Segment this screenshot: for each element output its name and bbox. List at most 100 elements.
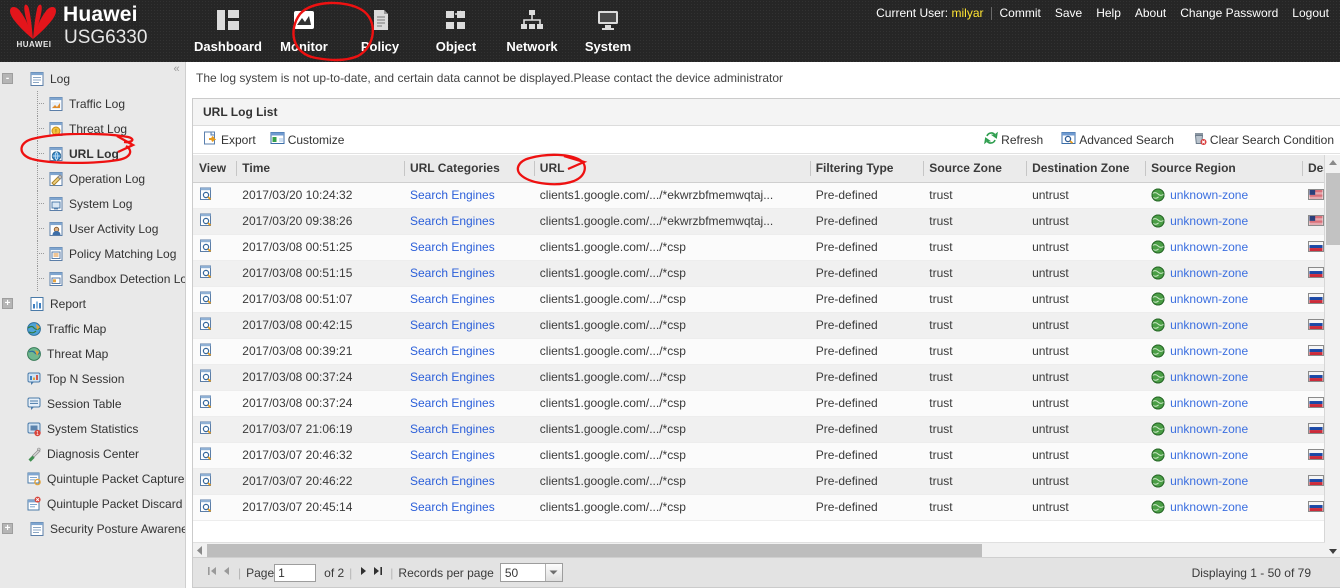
horizontal-scroll-thumb[interactable] [207,544,982,557]
source-region-link[interactable]: unknown-zone [1170,422,1248,436]
column-header-url-categories[interactable]: URL Categories [403,155,534,183]
source-region-link[interactable]: unknown-zone [1170,370,1248,384]
sidebar-item-top-n-session[interactable]: Top N Session [0,366,185,391]
source-region-link[interactable]: unknown-zone [1170,474,1248,488]
column-header-destination-zone[interactable]: Destination Zone [1026,155,1146,183]
refresh-button[interactable]: Refresh [984,131,1043,148]
cell-view[interactable] [193,182,237,209]
chevron-down-icon[interactable] [544,564,562,581]
source-region-link[interactable]: unknown-zone [1170,500,1248,514]
sidebar-item-session-table[interactable]: Session Table [0,391,185,416]
url-category-link[interactable]: Search Engines [410,266,495,280]
sidebar-item-quintuple-packet-discard[interactable]: Quintuple Packet Discard [0,491,185,516]
commit-link[interactable]: Commit [992,6,1047,20]
view-detail-icon[interactable] [199,447,213,464]
url-category-link[interactable]: Search Engines [410,318,495,332]
cell-source-region[interactable]: unknown-zone [1145,416,1302,443]
view-detail-icon[interactable] [199,317,213,334]
cell-view[interactable] [193,390,237,417]
url-category-link[interactable]: Search Engines [410,500,495,514]
cell-source-region[interactable]: unknown-zone [1145,182,1302,209]
export-button[interactable]: Export [203,131,256,149]
table-row[interactable]: 2017/03/20 10:24:32 Search Engines clients… [193,182,1340,209]
url-category-link[interactable]: Search Engines [410,240,495,254]
sidebar-item-security-posture-awareness[interactable]: + Security Posture Awareness [0,516,185,541]
column-header-source-zone[interactable]: Source Zone [923,155,1027,183]
table-row[interactable]: 2017/03/07 21:06:19 Search Engines clients… [193,416,1340,443]
view-detail-icon[interactable] [199,343,213,360]
view-detail-icon[interactable] [199,213,213,230]
view-detail-icon[interactable] [199,395,213,412]
clear-search-condition-button[interactable]: Clear Search Condition [1192,131,1334,149]
table-row[interactable]: 2017/03/08 00:39:21 Search Engines clients… [193,338,1340,365]
nav-item-dashboard[interactable]: Dashboard [190,0,266,62]
url-category-link[interactable]: Search Engines [410,396,495,410]
cell-view[interactable] [193,234,237,261]
url-category-link[interactable]: Search Engines [410,344,495,358]
horizontal-scrollbar[interactable] [193,542,1325,557]
source-region-link[interactable]: unknown-zone [1170,240,1248,254]
scroll-up-icon[interactable] [1325,155,1340,171]
logout-link[interactable]: Logout [1285,6,1336,20]
table-row[interactable]: 2017/03/08 00:51:07 Search Engines clients… [193,286,1340,313]
view-detail-icon[interactable] [199,265,213,282]
url-category-link[interactable]: Search Engines [410,370,495,384]
sidebar-item-user-activity-log[interactable]: User Activity Log [0,216,185,241]
sidebar-item-policy-matching-log[interactable]: Policy Matching Log [0,241,185,266]
sidebar-item-threat-map[interactable]: Threat Map [0,341,185,366]
table-row[interactable]: 2017/03/08 00:51:15 Search Engines clients… [193,260,1340,287]
table-row[interactable]: 2017/03/07 20:46:22 Search Engines clients… [193,468,1340,495]
column-header-url[interactable]: URL [533,155,810,183]
cell-url-categories[interactable]: Search Engines [403,208,534,235]
column-header-filtering-type[interactable]: Filtering Type [809,155,924,183]
cell-url-categories[interactable]: Search Engines [403,234,534,261]
sidebar-item-url-log[interactable]: URL Log [0,141,185,166]
records-per-page-select[interactable]: 50 [499,563,563,582]
vertical-scrollbar[interactable] [1324,155,1340,559]
change-password-link[interactable]: Change Password [1173,6,1285,20]
cell-source-region[interactable]: unknown-zone [1145,234,1302,261]
cell-source-region[interactable]: unknown-zone [1145,338,1302,365]
cell-source-region[interactable]: unknown-zone [1145,364,1302,391]
sidebar-item-traffic-map[interactable]: Traffic Map [0,316,185,341]
last-page-icon[interactable] [371,565,385,580]
source-region-link[interactable]: unknown-zone [1170,318,1248,332]
url-category-link[interactable]: Search Engines [410,292,495,306]
cell-url-categories[interactable]: Search Engines [403,364,534,391]
view-detail-icon[interactable] [199,291,213,308]
source-region-link[interactable]: unknown-zone [1170,188,1248,202]
cell-view[interactable] [193,468,237,495]
source-region-link[interactable]: unknown-zone [1170,448,1248,462]
cell-view[interactable] [193,364,237,391]
cell-view[interactable] [193,312,237,339]
prev-page-icon[interactable] [219,565,233,580]
cell-source-region[interactable]: unknown-zone [1145,390,1302,417]
about-link[interactable]: About [1128,6,1173,20]
sidebar-item-quintuple-packet-capture[interactable]: Quintuple Packet Capture [0,466,185,491]
sidebar-item-diagnosis-center[interactable]: Diagnosis Center [0,441,185,466]
view-detail-icon[interactable] [199,187,213,204]
advanced-search-button[interactable]: Advanced Search [1061,131,1174,149]
view-detail-icon[interactable] [199,473,213,490]
cell-source-region[interactable]: unknown-zone [1145,468,1302,495]
table-row[interactable]: 2017/03/07 20:46:32 Search Engines clients… [193,442,1340,469]
cell-source-region[interactable]: unknown-zone [1145,208,1302,235]
cell-url-categories[interactable]: Search Engines [403,182,534,209]
scroll-left-icon[interactable] [193,543,207,558]
table-row[interactable]: 2017/03/08 00:42:15 Search Engines clients… [193,312,1340,339]
cell-url-categories[interactable]: Search Engines [403,416,534,443]
sidebar-item-sandbox-detection-log[interactable]: Sandbox Detection Log [0,266,185,291]
cell-source-region[interactable]: unknown-zone [1145,260,1302,287]
cell-source-region[interactable]: unknown-zone [1145,442,1302,469]
cell-source-region[interactable]: unknown-zone [1145,286,1302,313]
cell-url-categories[interactable]: Search Engines [403,260,534,287]
sidebar-item-system-log[interactable]: System Log [0,191,185,216]
cell-url-categories[interactable]: Search Engines [403,390,534,417]
view-detail-icon[interactable] [199,369,213,386]
nav-item-monitor[interactable]: Monitor [266,0,342,62]
cell-url-categories[interactable]: Search Engines [403,338,534,365]
cell-view[interactable] [193,208,237,235]
customize-button[interactable]: Customize [270,131,344,149]
url-category-link[interactable]: Search Engines [410,422,495,436]
table-row[interactable]: 2017/03/20 09:38:26 Search Engines clients… [193,208,1340,235]
